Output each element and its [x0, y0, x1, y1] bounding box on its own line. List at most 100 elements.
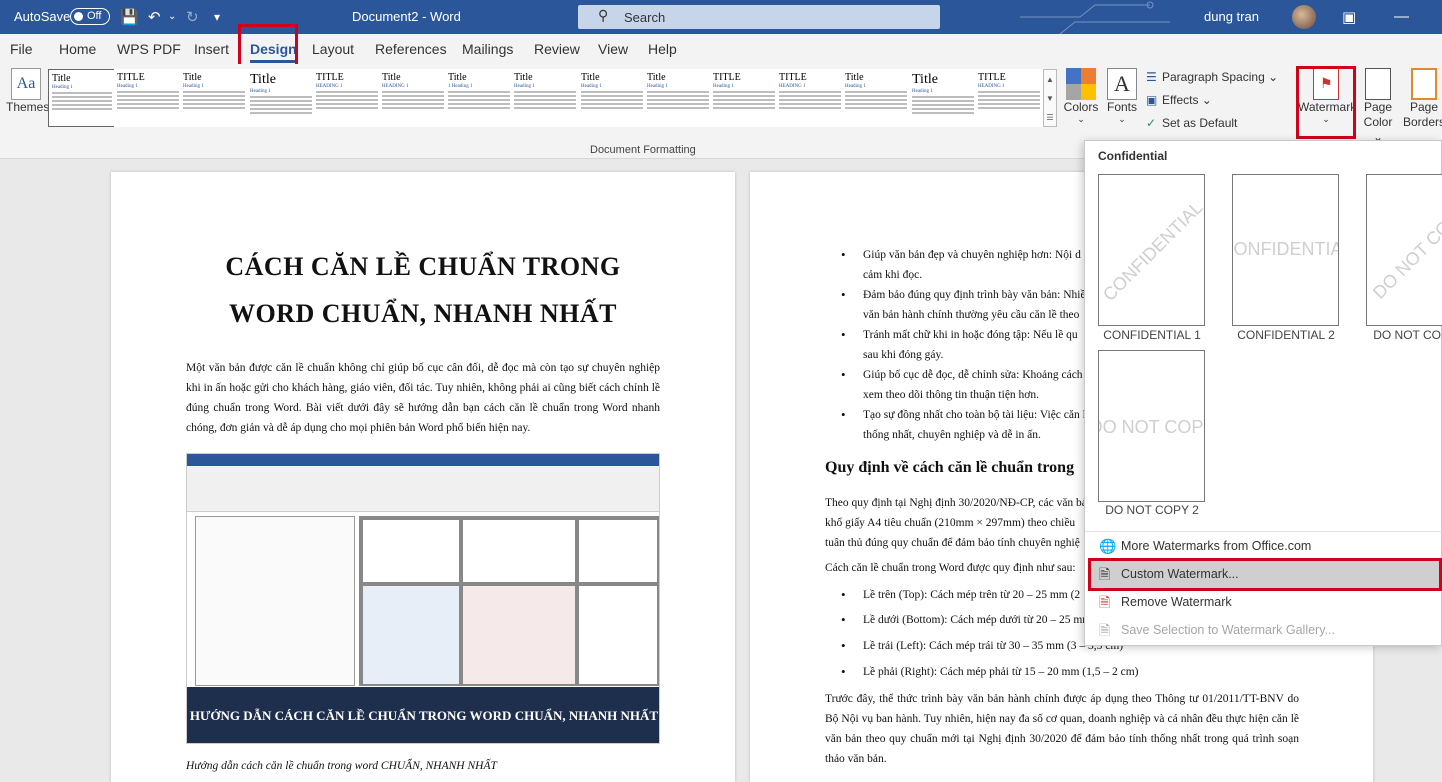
gallery-section-title: Confidential — [1098, 149, 1168, 163]
style-set-thumbnail[interactable]: TITLE HEADING 1 — [975, 69, 1043, 127]
fonts-label: Fonts — [1106, 100, 1137, 114]
save-to-gallery-item[interactable]: 🗎 Save Selection to Watermark Gallery... — [1089, 616, 1441, 644]
tab-insert[interactable]: Insert — [194, 41, 229, 57]
doc-title-line-2: WORD CHUẨN, NHANH NHẤT — [229, 299, 617, 328]
colors-icon — [1066, 68, 1096, 100]
list-item: Lề phải (Right): Cách mép phải từ 15 – 2… — [841, 662, 1139, 682]
fonts-icon: A — [1107, 68, 1137, 100]
custom-watermark-highlight — [1088, 558, 1442, 591]
list-item: Giúp bố cục dễ đọc, dễ chỉnh sửa: Khoảng… — [841, 365, 1083, 405]
page-color-label-2: Color — [1363, 115, 1393, 129]
list-item: Đảm bảo đúng quy định trình bày văn bản:… — [841, 285, 1086, 325]
style-set-thumbnail[interactable]: Title 1 Heading 1 — [445, 69, 513, 127]
title-bar: AutoSave Off 💾 ↶ ⌄ ↻ ▾ Document2 - Word … — [0, 0, 1442, 34]
tab-file[interactable]: File — [10, 41, 33, 57]
themes-icon: Aa — [11, 68, 41, 100]
paragraph-spacing-icon: ☰ — [1146, 70, 1157, 84]
tab-home[interactable]: Home — [59, 41, 96, 57]
style-set-thumbnail[interactable]: Title Heading 1 — [180, 69, 248, 127]
undo-icon[interactable]: ↶ — [148, 8, 161, 26]
gallery-more-icon[interactable]: ☰ — [1044, 108, 1056, 127]
style-set-thumbnail[interactable]: Title Heading 1 — [644, 69, 712, 127]
list-item: Lề dưới (Bottom): Cách mép dưới từ 20 – … — [841, 610, 1091, 630]
style-set-thumbnail[interactable]: Title HEADING 1 — [379, 69, 447, 127]
customize-toolbar-icon[interactable]: ▾ — [214, 10, 220, 24]
gallery-scroll[interactable]: ▲ ▼ ☰ — [1043, 69, 1057, 127]
watermark-label-do-not-copy-1: DO NOT COPY 1 — [1373, 328, 1442, 342]
watermark-confidential-2[interactable]: CONFIDENTIAL — [1232, 174, 1339, 326]
minimize-icon[interactable]: — — [1394, 8, 1409, 25]
effects-icon: ▣ — [1146, 93, 1158, 107]
tab-wps-pdf[interactable]: WPS PDF — [117, 41, 181, 57]
document-title: Document2 - Word — [352, 9, 461, 24]
fonts-button[interactable]: A Fonts ⌄ — [1104, 68, 1140, 125]
style-set-thumbnail[interactable]: TITLE Heading 1 — [710, 69, 778, 127]
remove-watermark-item[interactable]: 🗎 Remove Watermark — [1089, 588, 1441, 616]
image-pages-preview — [359, 516, 659, 686]
watermark-do-not-copy-2[interactable]: DO NOT COPY — [1098, 350, 1205, 502]
style-set-thumbnail[interactable]: Title Heading 1 — [578, 69, 646, 127]
style-set-thumbnail[interactable]: TITLE Heading 1 — [114, 69, 182, 127]
ribbon-display-icon[interactable]: ▣ — [1342, 8, 1356, 26]
redo-icon[interactable]: ↻ — [186, 8, 199, 26]
image-ribbon — [187, 466, 659, 512]
style-set-thumbnail[interactable]: Title Heading 1 — [909, 69, 977, 127]
gallery-down-icon[interactable]: ▼ — [1044, 89, 1056, 108]
save-icon[interactable]: 💾 — [120, 8, 139, 26]
effects-button[interactable]: ▣ Effects ⌄ — [1146, 93, 1212, 107]
search-box[interactable]: ⚲ Search — [578, 5, 940, 29]
search-icon: ⚲ — [598, 7, 609, 23]
user-name[interactable]: dung tran — [1204, 9, 1259, 24]
page-color-button[interactable]: Page Color ⌄ — [1358, 68, 1398, 145]
doc-title-line-1: CÁCH CĂN LỀ CHUẨN TRONG — [225, 252, 621, 281]
undo-dropdown-icon[interactable]: ⌄ — [168, 11, 176, 22]
page-borders-icon — [1411, 68, 1437, 100]
document-page-1[interactable]: CÁCH CĂN LỀ CHUẨN TRONG WORD CHUẨN, NHAN… — [111, 172, 735, 782]
page-borders-button[interactable]: Page Borders — [1402, 68, 1442, 130]
save-gallery-icon: 🗎 — [1099, 622, 1111, 638]
globe-icon: 🌐 — [1099, 538, 1117, 554]
style-set-thumbnail[interactable]: TITLE HEADING 1 — [776, 69, 844, 127]
image-caption: Hướng dẫn cách căn lề chuẩn trong word C… — [186, 760, 497, 772]
style-set-thumbnail[interactable]: Title Heading 1 — [511, 69, 579, 127]
effects-label: Effects — [1162, 93, 1199, 107]
group-label-document-formatting: Document Formatting — [590, 144, 696, 156]
tab-review[interactable]: Review — [534, 41, 580, 57]
themes-button[interactable]: Aa Themes — [6, 68, 50, 114]
ribbon-tabs: File Home WPS PDF Insert Design Layout R… — [0, 34, 1442, 64]
list-item: Tránh mất chữ khi in hoặc đóng tập: Nếu … — [841, 325, 1078, 365]
style-set-thumbnail[interactable]: Title Heading 1 — [842, 69, 910, 127]
colors-label: Colors — [1063, 100, 1099, 114]
page-borders-label-1: Page — [1409, 100, 1439, 114]
tab-view[interactable]: View — [598, 41, 628, 57]
decorative-circuit-pattern — [1020, 1, 1170, 34]
tab-mailings[interactable]: Mailings — [462, 41, 513, 57]
autosave-label: AutoSave — [14, 9, 71, 24]
embedded-screenshot-image[interactable]: HƯỚNG DẪN CÁCH CĂN LỀ CHUẨN TRONG WORD C… — [186, 453, 660, 744]
set-as-default-button[interactable]: ✓ Set as Default — [1146, 116, 1237, 130]
avatar[interactable] — [1292, 5, 1316, 29]
doc-paragraph-history: Trước đây, thể thức trình bày văn bản hà… — [825, 693, 1299, 765]
style-set-thumbnail[interactable]: TITLE HEADING 1 — [313, 69, 381, 127]
more-watermarks-item[interactable]: 🌐 More Watermarks from Office.com — [1089, 532, 1441, 560]
watermark-button-highlight — [1296, 66, 1356, 139]
checkmark-icon: ✓ — [1146, 116, 1157, 130]
style-set-thumbnail[interactable]: Title Heading 1 — [48, 69, 116, 127]
image-page-setup-dialog — [195, 516, 355, 686]
colors-dropdown-icon: ⌄ — [1077, 114, 1085, 124]
style-set-thumbnail[interactable]: Title Heading 1 — [247, 69, 315, 127]
list-item: Tạo sự đồng nhất cho toàn bộ tài liệu: V… — [841, 405, 1086, 445]
tab-references[interactable]: References — [375, 41, 447, 57]
colors-button[interactable]: Colors ⌄ — [1063, 68, 1099, 125]
doc-paragraph-rule: Theo quy định tại Nghị định 30/2020/NĐ-C… — [825, 497, 1087, 549]
watermark-confidential-1[interactable]: CONFIDENTIAL — [1098, 174, 1205, 326]
autosave-toggle[interactable]: Off — [70, 8, 110, 25]
paragraph-spacing-label: Paragraph Spacing — [1162, 70, 1265, 84]
tab-layout[interactable]: Layout — [312, 41, 354, 57]
paragraph-spacing-button[interactable]: ☰ Paragraph Spacing ⌄ — [1146, 70, 1278, 84]
gallery-up-icon[interactable]: ▲ — [1044, 70, 1056, 89]
watermark-do-not-copy-1[interactable]: DO NOT COPY — [1366, 174, 1442, 326]
list-item: Giúp văn bản đẹp và chuyên nghiệp hơn: N… — [841, 245, 1081, 285]
tab-help[interactable]: Help — [648, 41, 677, 57]
themes-label: Themes — [6, 100, 50, 114]
